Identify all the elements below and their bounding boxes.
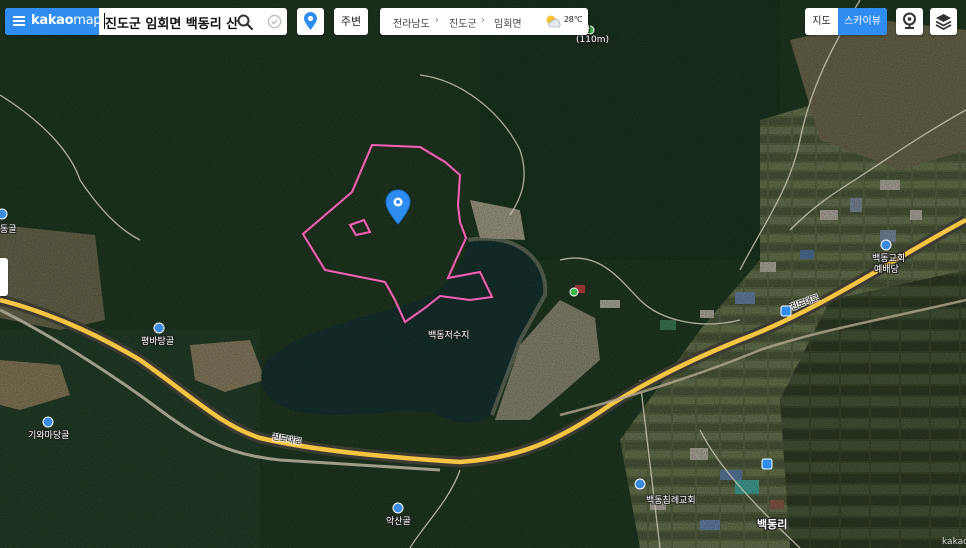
poi-pyeongbatang-icon bbox=[153, 322, 165, 334]
texture bbox=[0, 0, 966, 548]
label-baekdongri: 백동리 bbox=[757, 518, 788, 531]
kakaomap-logo[interactable]: kakaomap bbox=[31, 13, 102, 28]
temperature: 28℃ bbox=[564, 15, 583, 24]
label-pyeongbatang: 평바탕골 bbox=[141, 337, 175, 347]
roadview-pin-icon bbox=[903, 12, 916, 29]
layers-icon bbox=[935, 14, 952, 31]
directions-button[interactable] bbox=[297, 8, 324, 35]
chevron-right-icon: › bbox=[435, 15, 439, 26]
brand-area: kakaomap bbox=[5, 8, 102, 35]
menu-icon[interactable] bbox=[13, 16, 25, 26]
label-donggol: 동골 bbox=[0, 225, 17, 235]
label-giwamadang: 기와마당골 bbox=[28, 431, 70, 441]
bus-stop-icon bbox=[780, 305, 792, 317]
check-circle-icon[interactable] bbox=[267, 14, 282, 29]
breadcrumb-town[interactable]: 임회면 bbox=[494, 15, 522, 30]
chevron-right-icon: › bbox=[481, 15, 485, 26]
poi-giwamadang-icon bbox=[42, 416, 54, 428]
panel-expand-tab[interactable] bbox=[0, 258, 8, 296]
map-view-button[interactable]: 지도 bbox=[805, 8, 838, 35]
roadview-button[interactable] bbox=[896, 8, 923, 35]
poi-aksangol-icon bbox=[392, 502, 404, 514]
partly-cloudy-icon bbox=[546, 15, 561, 28]
breadcrumb-county[interactable]: 진도군 bbox=[449, 15, 477, 30]
poi-church-icon bbox=[880, 239, 892, 251]
label-mountain-height: (110m) bbox=[576, 35, 609, 45]
search-input[interactable]: 진도군 임회면 백동리 산 bbox=[105, 13, 238, 32]
kakao-watermark: kakao bbox=[942, 537, 966, 547]
poi-green-icon bbox=[569, 287, 579, 297]
satellite-map[interactable] bbox=[0, 0, 966, 548]
place-pin-icon bbox=[304, 12, 317, 30]
layers-button[interactable] bbox=[930, 8, 957, 35]
label-reservoir: 백동저수지 bbox=[428, 331, 470, 341]
poi-chimrye-icon bbox=[634, 478, 646, 490]
search-icon[interactable] bbox=[236, 13, 254, 31]
poi-donggol-icon bbox=[0, 208, 8, 220]
nearby-button[interactable]: 주변 bbox=[334, 8, 368, 35]
skyview-button[interactable]: 스카이뷰 bbox=[838, 8, 887, 35]
search-bar: kakaomap 진도군 임회면 백동리 산 bbox=[5, 8, 287, 35]
map-type-toggle: 지도 스카이뷰 bbox=[805, 8, 887, 35]
label-baekdong-chimrye: 백동침례교회 bbox=[646, 496, 696, 506]
label-aksangol: 악산골 bbox=[386, 517, 411, 527]
breadcrumb-province[interactable]: 전라남도 bbox=[393, 15, 430, 30]
label-baekdong-church-2: 예배당 bbox=[874, 265, 899, 275]
bus-stop-icon-2 bbox=[761, 458, 773, 470]
